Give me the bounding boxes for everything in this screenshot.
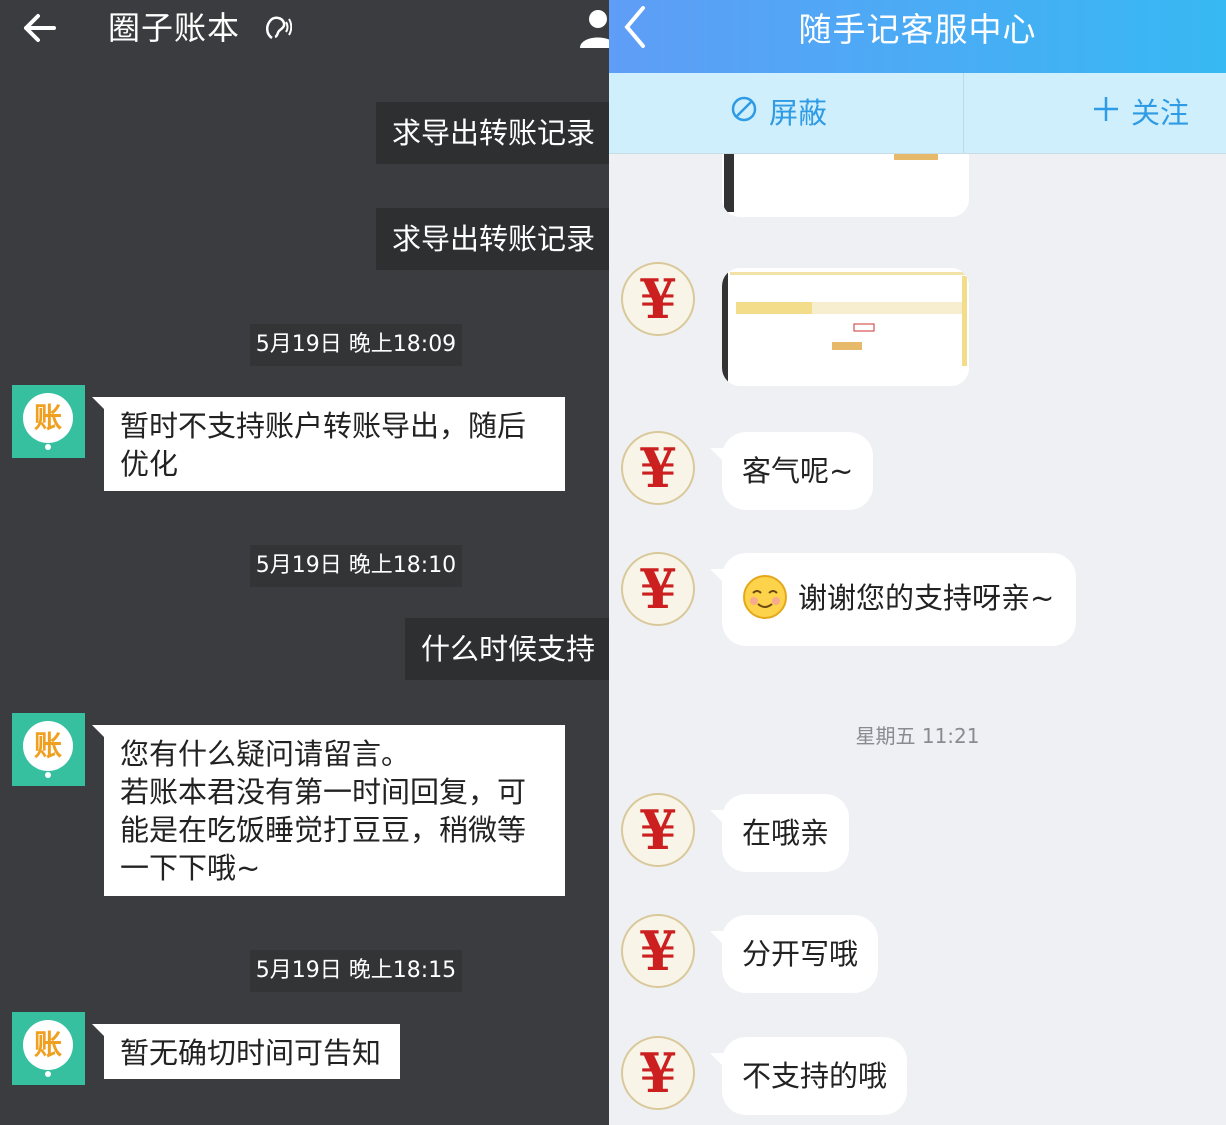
message-text: 求导出转账记录 (391, 222, 595, 256)
block-label: 屏蔽 (769, 96, 828, 130)
message-text: 客气呢~ (742, 454, 854, 488)
ear-icon[interactable] (262, 12, 293, 49)
message-text: 谢谢您的支持呀亲~ (798, 581, 1055, 615)
timestamp: 5月19日 晚上18:09 (250, 324, 462, 366)
avatar[interactable]: 账 (12, 385, 85, 458)
follow-button[interactable]: 关注 (1091, 93, 1189, 133)
incoming-message[interactable]: 不支持的哦 (709, 1037, 908, 1115)
block-button[interactable]: 屏蔽 (729, 93, 827, 133)
avatar[interactable]: ¥ (621, 262, 695, 336)
message-text: 暂无确切时间可告知 (120, 1036, 382, 1070)
back-arrow-icon[interactable] (22, 8, 62, 48)
avatar-yen: ¥ (639, 267, 677, 331)
avatar[interactable]: ¥ (621, 1036, 695, 1110)
timestamp: 5月19日 晚上18:10 (250, 545, 462, 587)
message-text: 不支持的哦 (742, 1059, 888, 1093)
timestamp: 星期五 11:21 (855, 724, 980, 748)
avatar-yen: ¥ (639, 436, 677, 500)
avatar-yen: ¥ (639, 798, 677, 862)
left-chat-pane: 圈子账本 求导出转账记录 求导出转账记录 5月19日 晚上18:09 账 暂时不… (0, 0, 609, 1125)
user-profile-icon[interactable] (578, 8, 609, 48)
chat-title: 圈子账本 (108, 9, 241, 47)
incoming-message[interactable]: 谢谢您的支持呀亲~ (709, 553, 1077, 646)
avatar[interactable]: 账 (12, 1012, 85, 1085)
incoming-message[interactable]: 您有什么疑问请留言。 若账本君没有第一时间回复，可能是在吃饭睡觉打豆豆，稍微等一… (92, 725, 565, 896)
avatar-char: 账 (33, 1028, 62, 1061)
block-icon (729, 93, 759, 133)
incoming-message[interactable]: 暂时不支持账户转账导出，随后优化 (92, 397, 565, 491)
avatar-yen: ¥ (639, 557, 677, 621)
message-text: 求导出转账记录 (391, 116, 595, 150)
follow-label: 关注 (1131, 96, 1190, 130)
avatar[interactable]: ¥ (621, 914, 695, 988)
incoming-message[interactable]: 分开写哦 (709, 915, 879, 993)
message-text: 您有什么疑问请留言。 若账本君没有第一时间回复，可能是在吃饭睡觉打豆豆，稍微等一… (120, 737, 527, 885)
incoming-message[interactable]: 暂无确切时间可告知 (92, 1024, 400, 1079)
header-title: 随手记客服中心 (798, 10, 1037, 49)
header-bar: 随手记客服中心 (609, 0, 1226, 73)
avatar-char: 账 (33, 729, 62, 762)
avatar-char: 账 (33, 401, 62, 434)
plus-icon (1091, 93, 1121, 133)
smile-emoji-icon (742, 574, 788, 620)
action-bar: 屏蔽 关注 (609, 73, 1226, 154)
right-chat-pane: 随手记客服中心 屏蔽 关注 ¥ ¥ 客气呢~ ¥ 谢谢您的支持呀亲~ 星期五 1… (609, 0, 1226, 1125)
message-text: 分开写哦 (742, 937, 859, 971)
avatar[interactable]: 账 (12, 713, 85, 786)
avatar[interactable]: ¥ (621, 431, 695, 505)
screenshot-thumbnail (722, 268, 969, 386)
outgoing-message[interactable]: 求导出转账记录 (375, 208, 609, 270)
message-text: 什么时候支持 (420, 632, 595, 666)
incoming-message[interactable]: 客气呢~ (709, 432, 874, 510)
image-message[interactable] (722, 268, 969, 386)
avatar[interactable]: ¥ (621, 793, 695, 867)
outgoing-message[interactable]: 什么时候支持 (404, 618, 609, 680)
avatar-yen: ¥ (639, 1041, 677, 1105)
incoming-message[interactable]: 在哦亲 (709, 794, 850, 872)
outgoing-message[interactable]: 求导出转账记录 (375, 102, 609, 164)
avatar-yen: ¥ (639, 919, 677, 983)
message-text: 在哦亲 (742, 816, 830, 850)
timestamp: 5月19日 晚上18:15 (250, 950, 462, 992)
avatar[interactable]: ¥ (621, 552, 695, 626)
message-text: 暂时不支持账户转账导出，随后优化 (120, 409, 527, 481)
